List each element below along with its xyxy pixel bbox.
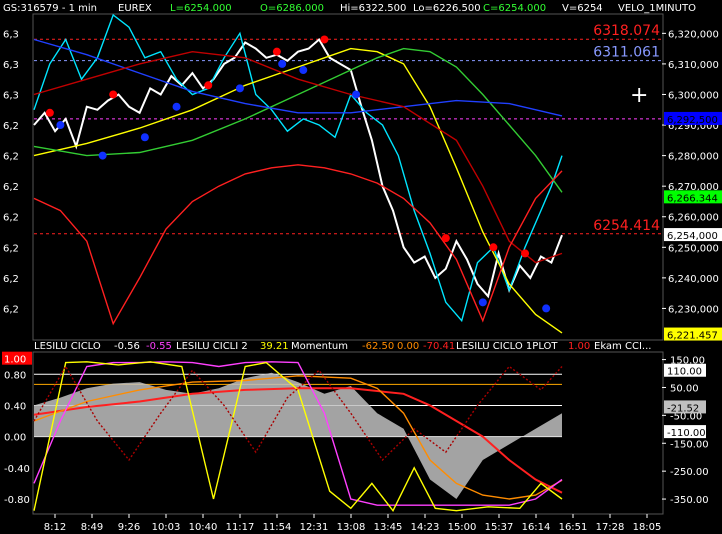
- marker-blue-3: [172, 102, 181, 111]
- x-tick-label-14: 16:51: [559, 522, 588, 533]
- price-box-label-1: 6,266.344: [667, 193, 718, 204]
- price-ytick-label-5: 6,280,000: [668, 152, 719, 163]
- price-left-label-3: 6,2: [3, 213, 19, 224]
- ind-name-3: Momentum: [291, 341, 348, 352]
- header-close: C=6254.000: [483, 3, 546, 14]
- osc-ytick-label-0: 1.00: [4, 355, 26, 366]
- level-label-0: 6318.074: [593, 23, 660, 39]
- osc-box-label-2: -110.00: [667, 428, 706, 439]
- marker-red-4: [320, 35, 329, 44]
- x-tick-label-6: 11:54: [263, 522, 292, 533]
- x-tick-label-0: 8:12: [44, 522, 66, 533]
- osc-box-label-1: -21.52: [667, 403, 699, 414]
- ind-name-1: LESILU CICLO: [34, 341, 101, 352]
- marker-blue-8: [478, 298, 487, 307]
- marker-blue-6: [299, 66, 308, 75]
- price-left-label-2: 6,2: [3, 243, 19, 254]
- osc-rtick-label-1: 50.00: [670, 383, 699, 394]
- osc-box-label-0: 110.00: [667, 367, 702, 378]
- x-tick-label-3: 10:03: [152, 522, 181, 533]
- ind-val-5: 0.00: [397, 341, 419, 352]
- chart-canvas[interactable]: 6318.074 6311.061 6254.414 6,230,000 6,240,…: [0, 0, 722, 534]
- ind-name-9: Ekam CCI...: [594, 341, 651, 352]
- price-left-label-4: 6,2: [3, 182, 19, 193]
- price-left-label-9: 6,3: [3, 29, 19, 40]
- marker-blue-2: [140, 133, 149, 142]
- level-label-1: 6311.061: [593, 45, 660, 61]
- marker-blue-5: [278, 59, 287, 68]
- x-tick-label-7: 12:31: [300, 522, 329, 533]
- price-ytick-label-7: 6,300,000: [668, 90, 719, 101]
- price-box-label-0: 6,292,500: [667, 115, 718, 126]
- header-low: Lo=6226.500: [413, 3, 481, 14]
- price-left-label-7: 6,3: [3, 90, 19, 101]
- ind-val-1: -0.56: [114, 341, 140, 352]
- marker-red-7: [521, 249, 530, 258]
- background: [0, 0, 722, 534]
- header-study: VELO_1MINUTO: [618, 3, 696, 14]
- price-left-label-0: 6,2: [3, 304, 19, 315]
- ind-val-6: -70.41: [423, 341, 455, 352]
- price-ytick-label-8: 6,310,000: [668, 60, 719, 71]
- marker-blue-1: [98, 151, 107, 160]
- x-tick-label-10: 14:23: [411, 522, 440, 533]
- price-ytick-label-9: 6,320,000: [668, 29, 719, 40]
- level-label-2: 6254.414: [593, 218, 660, 234]
- ind-val-3: 39.21: [260, 341, 289, 352]
- ind-name-2: LESILU CICLI 2: [176, 341, 248, 352]
- x-tick-label-1: 8:49: [81, 522, 103, 533]
- x-tick-label-5: 11:17: [226, 522, 255, 533]
- x-tick-label-4: 10:40: [189, 522, 218, 533]
- marker-blue-4: [235, 84, 244, 93]
- header-open: O=6286.000: [260, 3, 324, 14]
- osc-ytick-label-4: -0.40: [4, 464, 30, 475]
- ind-val-4: -62.50: [362, 341, 394, 352]
- marker-blue-9: [542, 304, 551, 313]
- marker-blue-0: [56, 121, 65, 130]
- x-tick-label-8: 13:08: [337, 522, 366, 533]
- ind-name-7: LESILU CICLO 1PLOT: [456, 341, 558, 352]
- marker-red-3: [272, 47, 281, 56]
- price-ytick-label-0: 6,230,000: [668, 304, 719, 315]
- price-left-label-6: 6,2: [3, 121, 19, 132]
- price-left-label-5: 6,2: [3, 152, 19, 163]
- x-tick-label-11: 15:00: [448, 522, 477, 533]
- osc-ytick-label-2: 0.40: [4, 401, 26, 412]
- osc-ytick-label-1: 0.80: [4, 370, 26, 381]
- marker-red-6: [489, 243, 498, 252]
- header-high: Hi=6322.500: [340, 3, 406, 14]
- osc-ytick-label-3: 0.00: [4, 433, 26, 444]
- x-tick-label-16: 18:05: [633, 522, 662, 533]
- ind-val-2: -0.55: [146, 341, 172, 352]
- osc-rtick-label-5: -350.00: [670, 495, 709, 506]
- price-box-label-2: 6,254,000: [667, 231, 718, 242]
- marker-red-2: [204, 81, 213, 90]
- price-box-label-3: 6,221.457: [667, 331, 718, 342]
- price-left-label-1: 6,2: [3, 274, 19, 285]
- price-left-label-8: 6,3: [3, 60, 19, 71]
- header-symbol: GS:316579 - 1 min: [3, 3, 97, 14]
- x-tick-label-13: 16:14: [522, 522, 551, 533]
- osc-ytick-label-5: -0.80: [4, 495, 30, 506]
- header-last: L=6254.000: [170, 3, 232, 14]
- price-ytick-label-1: 6,240,000: [668, 274, 719, 285]
- crosshair-cursor-icon: +: [630, 83, 648, 108]
- x-tick-label-15: 17:28: [596, 522, 625, 533]
- x-tick-label-9: 13:45: [374, 522, 403, 533]
- price-ytick-label-2: 6,250,000: [668, 243, 719, 254]
- x-tick-label-2: 9:26: [118, 522, 140, 533]
- header-volume: V=6254: [562, 3, 603, 14]
- osc-rtick-label-3: -150.00: [670, 439, 709, 450]
- header-exchange: EUREX: [118, 3, 152, 14]
- marker-red-1: [109, 90, 118, 99]
- marker-blue-7: [352, 90, 361, 99]
- osc-rtick-label-4: -250.00: [670, 467, 709, 478]
- marker-red-5: [441, 234, 450, 243]
- x-tick-label-12: 15:37: [485, 522, 514, 533]
- marker-red-0: [45, 108, 54, 117]
- price-ytick-label-3: 6,260,000: [668, 213, 719, 224]
- ind-val-8: 1.00: [568, 341, 590, 352]
